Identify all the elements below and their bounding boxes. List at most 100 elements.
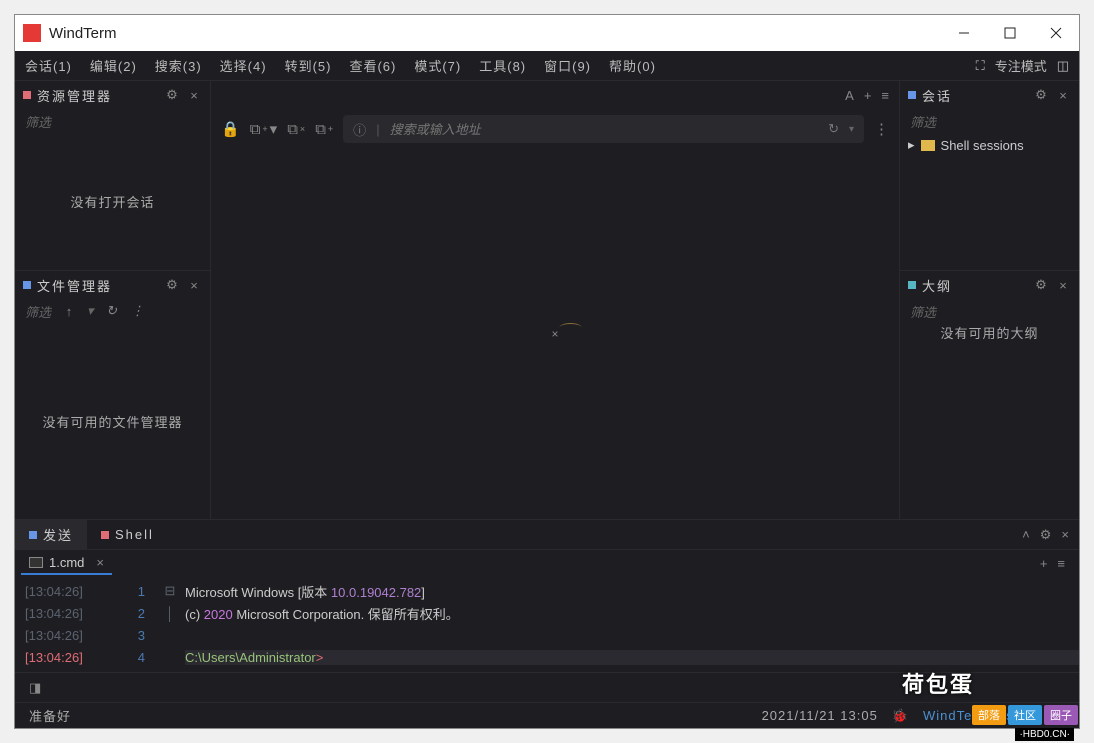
info-icon[interactable]: ⓘ bbox=[353, 120, 366, 139]
reload-icon[interactable]: ↻ bbox=[828, 121, 839, 137]
menu-select[interactable]: 选择(4) bbox=[220, 56, 267, 75]
left-sidebar: 资源管理器 ⚙ × 筛选 没有打开会话 文件管理器 ⚙ × 筛选 bbox=[15, 81, 211, 519]
terminal[interactable]: [13:04:26] 1 ⊟ Microsoft Windows [版本 10.… bbox=[15, 576, 1079, 672]
address-input[interactable] bbox=[390, 122, 818, 137]
mini-toolbar: ◨ bbox=[15, 672, 1079, 702]
badge: 社区 bbox=[1008, 705, 1042, 725]
close-icon[interactable]: × bbox=[1055, 278, 1071, 293]
terminal-prompt: C:\Users\Administrator> bbox=[185, 650, 1079, 665]
add-icon[interactable]: + bbox=[864, 88, 872, 103]
close-button[interactable] bbox=[1033, 15, 1079, 51]
up-icon[interactable]: ↑ bbox=[61, 304, 77, 319]
fold-line: │ bbox=[155, 606, 185, 621]
files-filter[interactable]: 筛选 bbox=[25, 302, 51, 321]
status-datetime: 2021/11/21 13:05 bbox=[762, 708, 878, 723]
timestamp: [13:04:26] bbox=[15, 584, 115, 599]
panel-dot-icon bbox=[23, 281, 31, 289]
close-tab-icon[interactable]: ⧉× bbox=[287, 121, 305, 138]
line-number: 3 bbox=[115, 628, 155, 643]
new-tab-icon[interactable]: ⧉+ ▾ bbox=[250, 120, 278, 138]
collapse-icon[interactable]: ˄ bbox=[1022, 527, 1030, 543]
tab-send-label: 发送 bbox=[43, 525, 73, 544]
menu-edit[interactable]: 编辑(2) bbox=[90, 56, 137, 75]
resource-title: 资源管理器 bbox=[37, 86, 158, 105]
panel-dot-icon bbox=[101, 531, 109, 539]
watermark-url: ·HBD0.CN· bbox=[1015, 728, 1074, 741]
close-icon[interactable]: × bbox=[1055, 88, 1071, 103]
maximize-button[interactable] bbox=[987, 15, 1033, 51]
list-icon[interactable]: ≡ bbox=[881, 88, 889, 103]
bottom-panel: 发送 Shell ˄ ⚙ × 1.cmd × bbox=[15, 519, 1079, 728]
gear-icon[interactable]: ⚙ bbox=[164, 87, 180, 103]
outline-filter[interactable]: 筛选 bbox=[910, 302, 936, 321]
minimize-button[interactable] bbox=[941, 15, 987, 51]
gear-icon[interactable]: ⚙ bbox=[1033, 87, 1049, 103]
more-icon[interactable]: ⋮ bbox=[874, 120, 889, 138]
outline-title: 大纲 bbox=[922, 276, 1027, 295]
menu-tools[interactable]: 工具(8) bbox=[479, 56, 526, 75]
font-icon[interactable]: A bbox=[845, 88, 854, 103]
timestamp: [13:04:26] bbox=[15, 628, 115, 643]
close-icon[interactable]: × bbox=[186, 88, 202, 103]
menu-goto[interactable]: 转到(5) bbox=[285, 56, 332, 75]
close-icon[interactable]: × bbox=[186, 278, 202, 293]
files-panel: 文件管理器 ⚙ × 筛选 ↑▾ ↻ ⋮ 没有可用的文件管理器 bbox=[15, 271, 210, 519]
menu-help[interactable]: 帮助(0) bbox=[609, 56, 656, 75]
add-icon[interactable]: + bbox=[1040, 556, 1048, 571]
panel-dot-icon bbox=[23, 91, 31, 99]
focus-mode-icon[interactable]: ⛶ bbox=[976, 58, 985, 74]
tab-shell-label: Shell bbox=[115, 527, 154, 542]
gear-icon[interactable]: ⚙ bbox=[164, 277, 180, 293]
tree-item[interactable]: ▸ Shell sessions bbox=[900, 133, 1079, 157]
right-sidebar: 会话 ⚙ × 筛选 ▸ Shell sessions 大纲 bbox=[899, 81, 1079, 519]
statusbar: 准备好 2021/11/21 13:05 🐞 WindTerm Issues ▦ bbox=[15, 702, 1079, 728]
menu-view[interactable]: 查看(6) bbox=[349, 56, 396, 75]
subtab-label: 1.cmd bbox=[49, 555, 84, 570]
resource-filter[interactable]: 筛选 bbox=[25, 112, 51, 131]
fold-icon[interactable]: ⊟ bbox=[155, 583, 185, 599]
list-icon[interactable]: ≡ bbox=[1057, 556, 1065, 571]
app-window: WindTerm 会话(1) 编辑(2) 搜索(3) 选择(4) 转到(5) 查… bbox=[14, 14, 1080, 729]
popout-icon[interactable]: ◫ bbox=[1057, 58, 1069, 74]
refresh-icon[interactable]: ↻ bbox=[104, 303, 120, 319]
files-empty: 没有可用的文件管理器 bbox=[42, 412, 182, 431]
bottom-tabs: 发送 Shell ˄ ⚙ × bbox=[15, 520, 1079, 550]
panel-icon[interactable]: ◨ bbox=[29, 680, 41, 696]
address-bar[interactable]: ⓘ | ↻ ▾ bbox=[343, 115, 864, 143]
terminal-text: (c) 2020 Microsoft Corporation. 保留所有权利。 bbox=[185, 604, 1079, 623]
subtab-cmd[interactable]: 1.cmd × bbox=[21, 551, 112, 575]
panel-dot-icon bbox=[29, 531, 37, 539]
sessions-filter[interactable]: 筛选 bbox=[910, 112, 936, 131]
duplicate-tab-icon[interactable]: ⧉+ bbox=[315, 121, 333, 138]
close-icon[interactable]: × bbox=[96, 555, 104, 570]
menubar: 会话(1) 编辑(2) 搜索(3) 选择(4) 转到(5) 查看(6) 模式(7… bbox=[15, 51, 1079, 81]
badge: 部落 bbox=[972, 705, 1006, 725]
gear-icon[interactable]: ⚙ bbox=[1033, 277, 1049, 293]
editor-canvas[interactable]: × bbox=[211, 149, 899, 519]
main-area: 资源管理器 ⚙ × 筛选 没有打开会话 文件管理器 ⚙ × 筛选 bbox=[15, 81, 1079, 519]
menu-search[interactable]: 搜索(3) bbox=[155, 56, 202, 75]
app-title: WindTerm bbox=[49, 25, 941, 42]
timestamp: [13:04:26] bbox=[15, 650, 115, 665]
sessions-panel: 会话 ⚙ × 筛选 ▸ Shell sessions bbox=[900, 81, 1079, 271]
badge: 圈子 bbox=[1044, 705, 1078, 725]
close-icon[interactable]: × bbox=[1061, 527, 1069, 543]
menu-session[interactable]: 会话(1) bbox=[25, 56, 72, 75]
outline-panel: 大纲 ⚙ × 筛选 没有可用的大纲 bbox=[900, 271, 1079, 519]
menu-window[interactable]: 窗口(9) bbox=[544, 56, 591, 75]
panel-dot-icon bbox=[908, 281, 916, 289]
gear-icon[interactable]: ⚙ bbox=[1040, 527, 1052, 543]
more-icon[interactable]: ⋮ bbox=[130, 303, 146, 319]
menu-mode[interactable]: 模式(7) bbox=[414, 56, 461, 75]
focus-mode-label[interactable]: 专注模式 bbox=[995, 56, 1047, 75]
bug-icon[interactable]: 🐞 bbox=[892, 708, 909, 724]
tab-shell[interactable]: Shell bbox=[87, 520, 168, 550]
window-controls bbox=[941, 15, 1079, 51]
outline-empty: 没有可用的大纲 bbox=[940, 323, 1038, 342]
line-number: 4 bbox=[115, 650, 155, 665]
tab-send[interactable]: 发送 bbox=[15, 520, 87, 550]
sessions-title: 会话 bbox=[922, 86, 1027, 105]
resource-panel: 资源管理器 ⚙ × 筛选 没有打开会话 bbox=[15, 81, 210, 271]
lock-icon[interactable]: 🔒 bbox=[221, 120, 240, 138]
toolbar: 🔒 ⧉+ ▾ ⧉× ⧉+ ⓘ | ↻ ▾ ⋮ bbox=[211, 109, 899, 149]
